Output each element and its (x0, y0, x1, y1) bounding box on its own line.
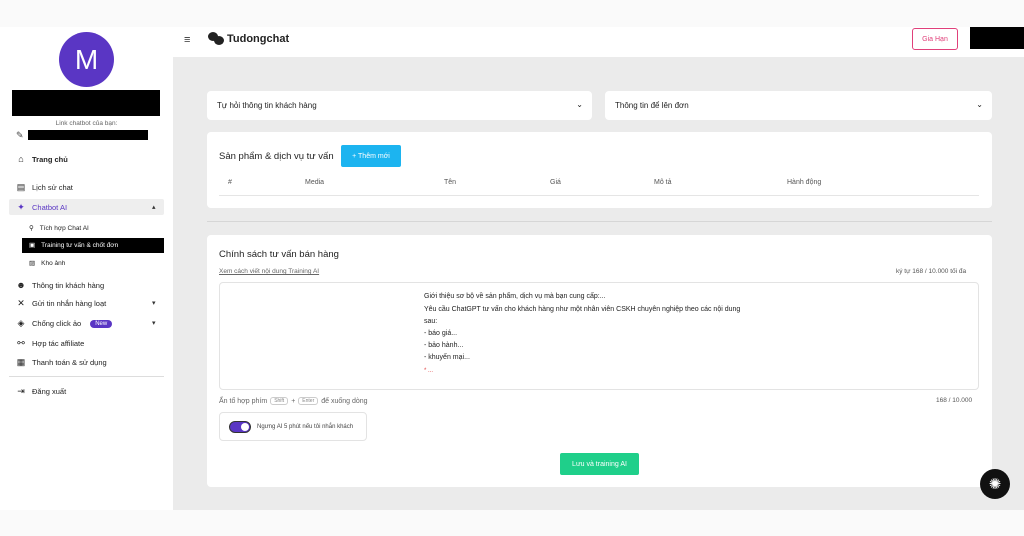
sidebar-item-label: Gửi tin nhắn hàng loạt (32, 299, 107, 308)
shield-icon: ◈ (17, 318, 25, 328)
sidebar-item-affiliate[interactable]: ⚯ Hợp tác affiliate (16, 338, 84, 349)
toggle-label: Ngưng AI 5 phút nếu tôi nhắn khách (257, 423, 354, 430)
sidebar-item-anti-click[interactable]: ◈ Chống click ảo New (16, 318, 113, 329)
pause-ai-toggle[interactable] (229, 420, 251, 433)
textarea-line: Yêu cầu ChatGPT tư vấn cho khách hàng nh… (424, 306, 741, 313)
sidebar-subitem-images[interactable]: ▨ Kho ảnh (29, 259, 66, 268)
select-value: Tự hỏi thông tin khách hàng (217, 101, 317, 110)
char-count-max: ký tự 168 / 10.000 tối đa (896, 268, 967, 275)
sidebar-subitem-integration[interactable]: ⚲ Tích hợp Chat AI (29, 224, 89, 233)
sidebar-item-customer-info[interactable]: ☻ Thông tin khách hàng (16, 280, 104, 290)
add-product-button[interactable]: + Thêm mới (341, 145, 401, 167)
collect-info-select[interactable]: Tự hỏi thông tin khách hàng ⌄ (207, 91, 592, 120)
sidebar-subitem-label: Training tư vấn & chốt đơn (41, 241, 119, 249)
home-icon: ⌂ (18, 154, 24, 164)
logo[interactable]: Tudongchat (208, 32, 289, 46)
sidebar-item-label: Thông tin khách hàng (32, 280, 105, 290)
avatar-letter: M (74, 43, 99, 75)
enter-key: Enter (298, 397, 319, 405)
order-info-select[interactable]: Thông tin để lên đơn ⌄ (605, 91, 992, 120)
renew-button[interactable]: Gia Hạn (912, 28, 958, 50)
textarea-line: * ... (424, 368, 434, 374)
app-name: Tudongchat (227, 33, 290, 45)
image-icon: ▨ (29, 260, 36, 267)
chevron-down-icon: ⌄ (576, 100, 583, 109)
section-divider (207, 221, 992, 222)
topbar: ≡ Tudongchat Gia Hạn (173, 27, 1024, 57)
chatbot-link-label: Link chatbot của bạn: (55, 120, 118, 127)
shift-key: Shift (270, 397, 289, 405)
policy-title: Chính sách tư vấn bán hàng (219, 249, 339, 260)
training-guide-link[interactable]: Xem cách viết nội dung Training AI (219, 268, 319, 275)
chatgpt-icon[interactable]: ✺ (980, 469, 1010, 499)
tools-icon: ✕ (17, 298, 25, 308)
sidebar-subitem-label: Kho ảnh (41, 259, 66, 267)
hint-suffix: để xuống dòng (321, 397, 368, 405)
textarea-line: - khuyến mại... (424, 354, 470, 361)
chevron-down-icon: ⌄ (976, 100, 983, 109)
sidebar-item-label: Chatbot AI (32, 203, 68, 212)
sparkle-icon: ✦ (17, 202, 25, 212)
chat-icon: ▤ (16, 182, 26, 192)
sidebar-item-label: Trang chủ (32, 154, 68, 164)
sidebar-item-logout[interactable]: ⇥ Đăng xuất (16, 386, 66, 397)
training-icon: ▣ (29, 242, 36, 249)
char-count: 168 / 10.000 (936, 397, 973, 404)
hint-plus: + (291, 397, 296, 405)
textarea-line: Giới thiệu sơ bộ về sản phẩm, dịch vụ mà… (424, 293, 606, 300)
col-header-name[interactable]: Tên (444, 179, 456, 186)
logout-icon: ⇥ (17, 386, 25, 396)
sidebar-item-label: Chống click ảo (32, 319, 82, 328)
col-header-actions[interactable]: Hành động (787, 179, 821, 186)
col-header-index[interactable]: # (228, 179, 232, 186)
textarea-line: - báo giá... (424, 330, 458, 337)
avatar[interactable]: M (59, 32, 114, 87)
integration-icon: ⚲ (29, 225, 34, 232)
menu-icon[interactable]: ≡ (184, 34, 190, 46)
newline-hint: Ấn tổ hợp phím Shift + Enter để xuống dò… (219, 397, 368, 405)
hint-prefix: Ấn tổ hợp phím (219, 397, 268, 405)
pause-ai-option: Ngưng AI 5 phút nếu tôi nhắn khách (219, 412, 367, 441)
textarea-line: - bảo hành... (424, 342, 464, 349)
users-icon: ☻ (16, 280, 26, 290)
col-header-description[interactable]: Mô tả (654, 179, 672, 186)
sidebar-item-label: Thanh toán & sử dụng (32, 358, 107, 367)
sidebar-subitem-training[interactable]: ▣ Training tư vấn & chốt đơn (29, 241, 119, 250)
sidebar: M Link chatbot của bạn: ✎ ⌂ Trang chủ ▤ … (0, 27, 173, 510)
redacted-name (12, 90, 160, 116)
col-header-price[interactable]: Giá (550, 179, 561, 186)
sidebar-item-label: Hợp tác affiliate (32, 339, 85, 348)
chevron-down-icon[interactable]: ▾ (152, 319, 156, 327)
sidebar-item-label: Đăng xuất (32, 387, 67, 396)
table-divider (219, 195, 979, 196)
edit-icon[interactable]: ✎ (16, 130, 24, 141)
select-value: Thông tin để lên đơn (615, 101, 689, 110)
sidebar-item-bulk-message[interactable]: ✕ Gửi tin nhắn hàng loạt (16, 298, 106, 309)
products-title: Sản phẩm & dịch vụ tư vấn (219, 151, 334, 162)
sidebar-item-home[interactable]: ⌂ Trang chủ (16, 154, 68, 164)
sidebar-item-chatbot-ai[interactable]: ✦ Chatbot AI (16, 202, 67, 213)
chevron-up-icon[interactable]: ▴ (152, 203, 156, 211)
chat-bubbles-icon (208, 32, 224, 46)
handshake-icon: ⚯ (17, 338, 25, 348)
products-card (207, 132, 992, 208)
sidebar-item-label: Lịch sử chat (32, 183, 73, 192)
sidebar-divider (9, 376, 164, 377)
sidebar-item-billing[interactable]: ▦ Thanh toán & sử dụng (16, 357, 107, 368)
new-badge: New (90, 319, 113, 328)
chevron-down-icon[interactable]: ▾ (152, 299, 156, 307)
redacted-link (28, 130, 148, 140)
col-header-media[interactable]: Media (305, 179, 324, 186)
sidebar-subitem-label: Tích hợp Chat AI (39, 224, 89, 232)
redacted-account (970, 27, 1024, 49)
save-training-button[interactable]: Lưu và training AI (560, 453, 639, 475)
sidebar-item-chat-history[interactable]: ▤ Lịch sử chat (16, 182, 73, 193)
billing-icon: ▦ (16, 357, 26, 367)
textarea-line: sau: (424, 318, 438, 325)
